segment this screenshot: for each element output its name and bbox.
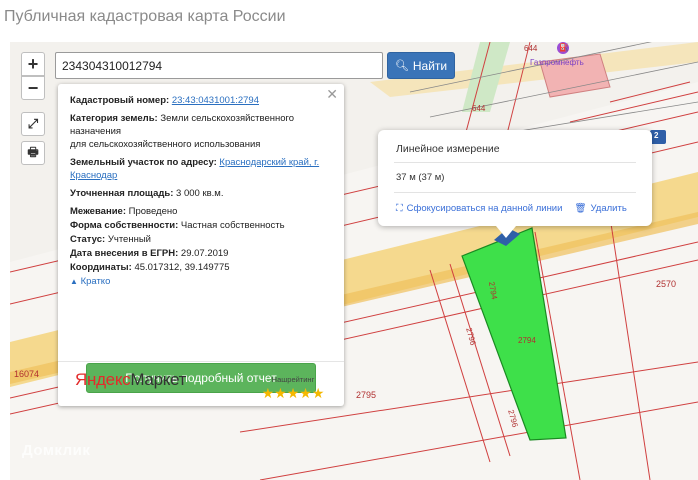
- area-value: 3 000 кв.м.: [176, 188, 224, 199]
- yandex-market-logo[interactable]: ЯндексМаркет: [75, 370, 187, 389]
- focus-icon: ⛶: [396, 203, 403, 214]
- panel-divider: [58, 361, 344, 362]
- survey-label: Межевание:: [70, 206, 126, 217]
- fullscreen-button[interactable]: ⤢: [21, 112, 45, 136]
- search-button[interactable]: 🔍︎ Найти: [387, 52, 455, 79]
- survey-value: Проведено: [128, 206, 178, 217]
- area-label: Уточненная площадь:: [70, 188, 174, 199]
- market-rating: Нашрейтинг ★★★★★: [258, 373, 328, 400]
- coords-value: 45.017312, 39.149775: [134, 262, 230, 273]
- date-value: 29.07.2019: [180, 248, 229, 259]
- measure-title: Линейное измерение: [396, 143, 500, 155]
- chevron-up-icon: ▲: [70, 277, 78, 286]
- printer-icon: 🖶: [27, 144, 39, 159]
- map-label: 2794: [518, 336, 536, 345]
- ownership-label: Форма собственности:: [70, 220, 179, 231]
- poi-label[interactable]: Газпромнефть: [530, 58, 584, 67]
- address-label: Земельный участок по адресу:: [70, 157, 217, 168]
- measure-actions: ⛶ Сфокусироваться на данной линии 🗑︎ Удали…: [396, 203, 627, 214]
- map-label: 16074: [14, 369, 40, 379]
- status-value: Учтенный: [107, 234, 151, 245]
- print-button[interactable]: 🖶: [21, 141, 45, 165]
- search-input[interactable]: [55, 52, 383, 79]
- page-title: Публичная кадастровая карта России: [4, 8, 286, 25]
- map-label: 2795: [356, 390, 377, 400]
- focus-line-label: Сфокусироваться на данной линии: [406, 203, 563, 214]
- plus-icon: +: [27, 53, 39, 74]
- rating-stars: ★★★★★: [261, 385, 325, 401]
- minus-icon: −: [27, 77, 39, 98]
- search-button-label: Найти: [412, 58, 448, 73]
- date-label: Дата внесения в ЕГРН:: [70, 248, 179, 259]
- map-label: 2570: [656, 279, 677, 289]
- category-label: Категория земель:: [70, 113, 158, 124]
- parcel-info-panel: ✕ Кадастровый номер: 23:43:0431001:2794 …: [58, 84, 344, 406]
- road-badge: 2: [654, 131, 659, 140]
- status-label: Статус:: [70, 234, 106, 245]
- ym-logo-market: Маркет: [130, 370, 187, 389]
- measure-panel: Линейное измерение 37 м (37 м) ⛶ Сфокусир…: [378, 130, 652, 226]
- measure-divider: [394, 192, 636, 193]
- ownership-value: Частная собственность: [180, 220, 285, 231]
- map-label: 644: [472, 104, 486, 113]
- collapse-link-label: Кратко: [80, 276, 111, 287]
- gas-station-icon: ⛽: [559, 43, 569, 52]
- expand-icon: ⤢: [27, 116, 39, 131]
- zoom-in-button[interactable]: +: [21, 52, 45, 76]
- map-label: 644: [524, 44, 538, 53]
- cadastral-number-link[interactable]: 23:43:0431001:2794: [172, 95, 259, 106]
- measure-panel-pointer: [496, 226, 516, 238]
- zoom-out-button[interactable]: −: [21, 76, 45, 100]
- delete-measure-label: Удалить: [590, 203, 627, 214]
- category-usage: для сельскохозяйственного использования: [70, 139, 261, 150]
- measure-divider: [394, 162, 636, 163]
- ym-logo-yandex: Яндекс: [75, 370, 131, 389]
- close-icon[interactable]: ✕: [326, 87, 338, 101]
- search-icon: 🔍︎: [394, 60, 409, 72]
- collapse-link[interactable]: ▲ Кратко: [70, 276, 110, 287]
- cadastral-label: Кадастровый номер:: [70, 95, 170, 106]
- focus-line-action[interactable]: ⛶ Сфокусироваться на данной линии: [396, 203, 562, 214]
- delete-measure-action[interactable]: 🗑︎ Удалить: [574, 203, 626, 214]
- trash-icon: 🗑︎: [574, 203, 587, 214]
- measure-value: 37 м (37 м): [396, 172, 445, 183]
- coords-label: Координаты:: [70, 262, 132, 273]
- watermark: Домклик: [22, 442, 91, 459]
